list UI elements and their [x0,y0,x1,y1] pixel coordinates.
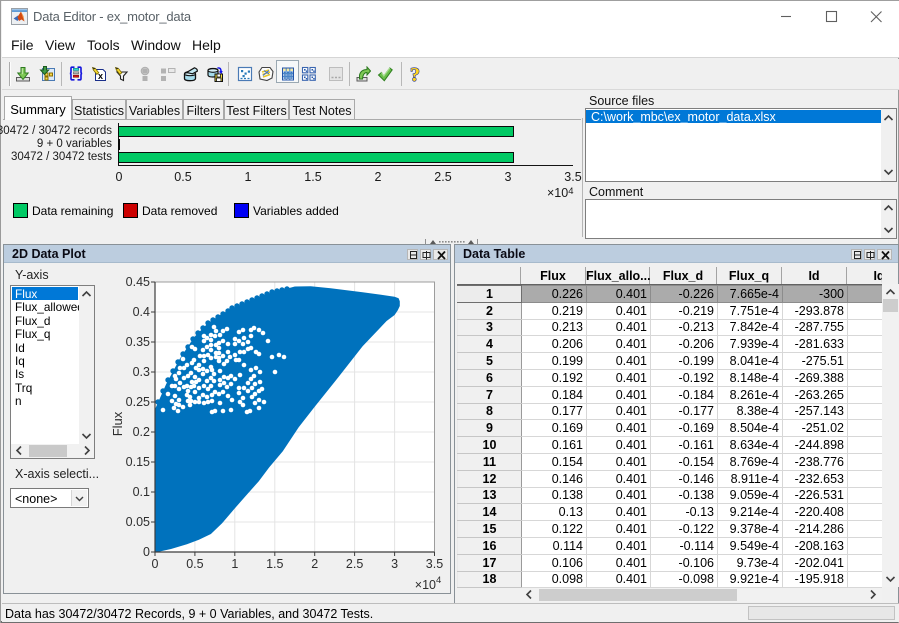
svg-text:0.45: 0.45 [126,275,150,289]
svg-text:0.05: 0.05 [126,515,150,529]
svg-text:0.2: 0.2 [133,425,150,439]
svg-text:3: 3 [391,557,398,571]
svg-text:0.25: 0.25 [126,395,150,409]
svg-text:0.5: 0.5 [186,557,203,571]
svg-text:2.5: 2.5 [346,557,363,571]
svg-text:0.1: 0.1 [133,485,150,499]
svg-text:?: ? [410,66,420,82]
svg-text:1.5: 1.5 [266,557,283,571]
svg-text:0: 0 [152,557,159,571]
svg-text:4: 4 [436,575,441,586]
svg-text:×10: ×10 [415,578,436,592]
svg-text:0.4: 0.4 [133,305,150,319]
svg-text:1: 1 [231,557,238,571]
svg-text:0.35: 0.35 [126,335,150,349]
svg-text:Flux: Flux [110,411,125,436]
svg-text:0.3: 0.3 [133,365,150,379]
svg-text:0.15: 0.15 [126,455,150,469]
svg-text:0: 0 [143,545,150,559]
svg-text:3.5: 3.5 [426,557,443,571]
svg-text:2: 2 [311,557,318,571]
